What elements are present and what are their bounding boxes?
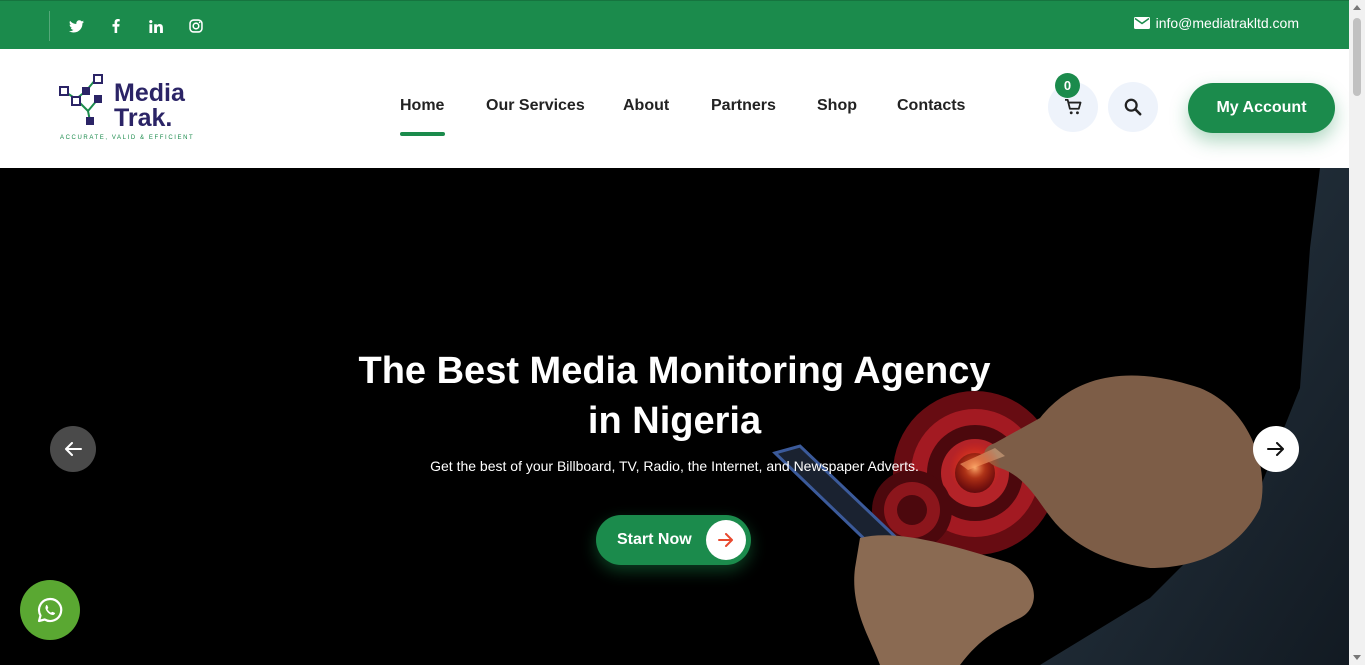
twitter-icon[interactable] (66, 16, 86, 36)
search-icon (1124, 98, 1142, 116)
logo-tagline: ACCURATE, VALID & EFFICIENT (60, 135, 195, 141)
hero-title-line-2: in Nigeria (587, 400, 762, 442)
nav-about[interactable]: About (623, 97, 669, 115)
nav-our-services[interactable]: Our Services (486, 97, 585, 115)
hero-title-line-1: The Best Media Monitoring Agency (358, 350, 991, 392)
nav-home[interactable]: Home (400, 97, 444, 115)
nav-contacts[interactable]: Contacts (897, 97, 965, 115)
logo[interactable]: Media Trak. ACCURATE, VALID & EFFICIENT (58, 69, 198, 145)
cart-count-badge: 0 (1055, 73, 1080, 98)
hero-title: The Best Media Monitoring Agency in Nige… (0, 346, 1349, 446)
whatsapp-icon (37, 597, 63, 623)
scroll-down-arrow[interactable] (1353, 655, 1361, 660)
scroll-up-arrow[interactable] (1353, 5, 1361, 10)
nav-active-indicator (400, 132, 445, 136)
cart-icon (1065, 99, 1082, 115)
my-account-button[interactable]: My Account (1188, 83, 1335, 133)
whatsapp-chat-button[interactable] (20, 580, 80, 640)
hero-subtitle: Get the best of your Billboard, TV, Radi… (430, 458, 919, 474)
arrow-left-icon (65, 442, 82, 456)
logo-mark-icon (59, 74, 103, 125)
search-button[interactable] (1108, 82, 1158, 132)
page-scrollbar[interactable] (1349, 0, 1365, 665)
linkedin-icon[interactable] (146, 16, 166, 36)
hero-slider: The Best Media Monitoring Agency in Nige… (0, 168, 1349, 665)
instagram-icon[interactable] (186, 16, 206, 36)
nav-partners[interactable]: Partners (711, 97, 776, 115)
topbar-divider (49, 11, 50, 41)
nav-shop[interactable]: Shop (817, 97, 857, 115)
start-now-button[interactable]: Start Now (596, 515, 751, 565)
email-text: info@mediatrakltd.com (1155, 15, 1299, 31)
logo-line-2: Trak. (114, 104, 173, 132)
top-bar: info@mediatrakltd.com (0, 0, 1349, 49)
logo-wordmark: Media Trak. (114, 81, 185, 131)
site-header: Media Trak. ACCURATE, VALID & EFFICIENT … (0, 49, 1349, 168)
logo-line-1: Media (114, 79, 185, 107)
scroll-thumb[interactable] (1353, 18, 1361, 96)
arrow-right-icon (718, 533, 733, 547)
contact-email[interactable]: info@mediatrakltd.com (1133, 15, 1299, 31)
arrow-right-icon (1267, 442, 1284, 456)
start-now-arrow (706, 520, 746, 560)
facebook-icon[interactable] (106, 16, 126, 36)
envelope-icon (1133, 17, 1150, 29)
start-now-label: Start Now (617, 531, 692, 548)
slider-next-button[interactable] (1253, 426, 1299, 472)
slider-prev-button[interactable] (50, 426, 96, 472)
